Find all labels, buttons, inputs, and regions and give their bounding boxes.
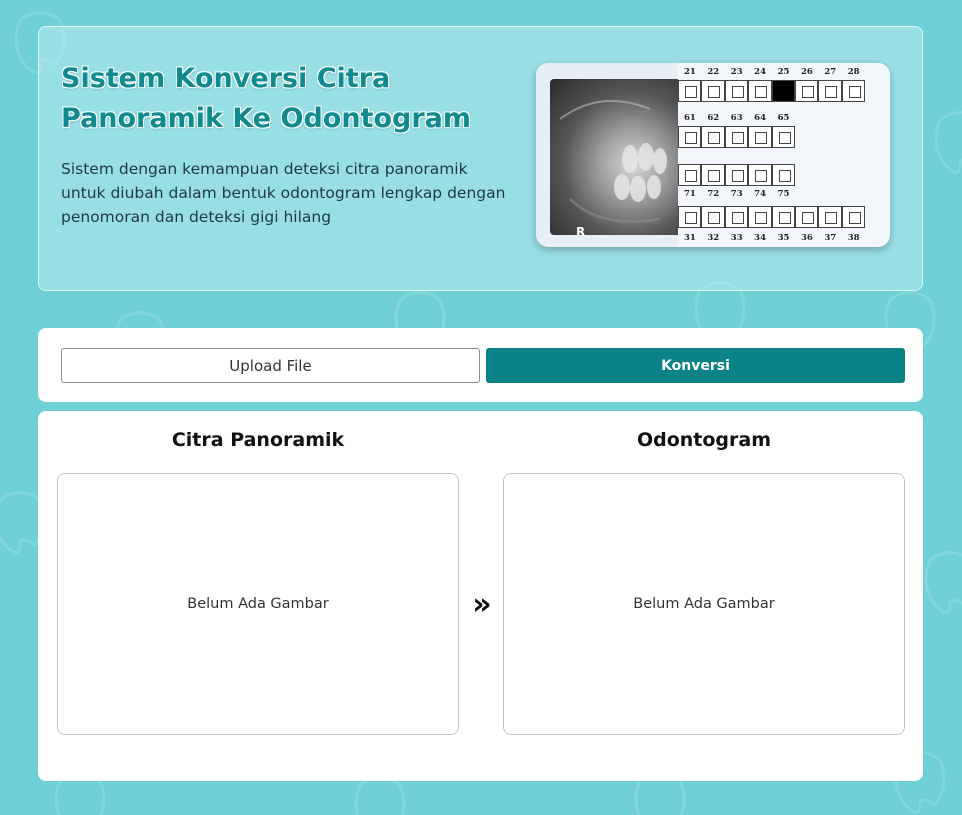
- tooth-number: 37: [824, 233, 837, 243]
- milk-lower-numbers: 71 72 73 74 75: [684, 189, 801, 199]
- odontogram-image-box: Belum Ada Gambar: [503, 473, 905, 735]
- hero-banner: Sistem Konversi Citra Panoramik Ke Odont…: [38, 26, 923, 291]
- convert-button[interactable]: Konversi: [486, 348, 905, 383]
- panoramic-image-box: Belum Ada Gambar: [57, 473, 459, 735]
- tooth-cell: [701, 206, 725, 228]
- milk-upper-row: [678, 126, 795, 148]
- tooth-cell: [771, 126, 795, 148]
- action-toolbar: Upload File Konversi: [38, 328, 923, 402]
- tooth-cell: [724, 126, 749, 148]
- lower-tooth-row: [678, 206, 866, 228]
- tooth-cell: [818, 80, 842, 102]
- panoramic-empty-text: Belum Ada Gambar: [187, 596, 329, 612]
- hero-illustration: R 21 22 23 24 25 26 27 28 61 62 63 64 65…: [536, 63, 890, 247]
- tooth-number: 27: [824, 67, 837, 77]
- tooth-number: 74: [754, 189, 767, 199]
- tooth-number: 23: [730, 67, 743, 77]
- tooth-cell: [841, 206, 866, 228]
- tooth-cell: [678, 80, 702, 102]
- hero-description: Sistem dengan kemampuan deteksi citra pa…: [61, 160, 506, 226]
- tooth-number: 24: [754, 67, 767, 77]
- result-panel: Citra Panoramik Odontogram Belum Ada Gam…: [38, 411, 923, 781]
- tooth-number: 61: [684, 113, 696, 123]
- tooth-number: 26: [800, 67, 813, 77]
- tooth-number: 35: [777, 233, 790, 243]
- tooth-number: 34: [754, 233, 767, 243]
- tooth-number: 65: [777, 113, 790, 123]
- tooth-number: 73: [730, 189, 743, 199]
- tooth-cell: [748, 206, 772, 228]
- tooth-cell: [794, 80, 819, 102]
- tooth-cell: [724, 80, 749, 102]
- milk-lower-row: [678, 164, 795, 186]
- tooth-number: 33: [730, 233, 743, 243]
- tooth-number: 72: [707, 189, 720, 199]
- tooth-number: 64: [754, 113, 767, 123]
- tooth-cell: [794, 206, 819, 228]
- tooth-cell: [724, 164, 749, 186]
- tooth-cell: [771, 164, 795, 186]
- tooth-cell: [818, 206, 842, 228]
- lower-tooth-numbers: 31 32 33 34 35 36 37 38: [684, 233, 871, 243]
- tooth-number: 22: [707, 67, 720, 77]
- tooth-number: 62: [707, 113, 720, 123]
- xray-teeth-drawing: [559, 100, 667, 223]
- milk-upper-numbers: 61 62 63 64 65: [684, 113, 801, 123]
- upper-tooth-row: [678, 80, 866, 102]
- tooth-number: 31: [684, 233, 696, 243]
- tooth-cell: [748, 80, 772, 102]
- tooth-number: 21: [684, 67, 696, 77]
- convert-arrow-icon: »: [472, 587, 492, 622]
- tooth-cell: [701, 126, 725, 148]
- tooth-cell: [701, 164, 725, 186]
- tooth-cell: [678, 206, 702, 228]
- tooth-number: 63: [730, 113, 743, 123]
- tooth-number: 71: [684, 189, 696, 199]
- tooth-number: 28: [847, 67, 860, 77]
- tooth-number: 25: [777, 67, 790, 77]
- tooth-cell: [771, 206, 795, 228]
- page-title: Sistem Konversi Citra Panoramik Ke Odont…: [61, 63, 471, 134]
- tooth-number: 75: [777, 189, 790, 199]
- tooth-number: 38: [847, 233, 860, 243]
- panoramic-xray-image: R: [550, 79, 688, 239]
- odontogram-heading: Odontogram: [636, 429, 772, 451]
- tooth-number: 36: [800, 233, 813, 243]
- missing-tooth-cell: [771, 80, 795, 102]
- tooth-cell: [748, 126, 772, 148]
- odontogram-preview: 21 22 23 24 25 26 27 28 61 62 63 64 65 7…: [678, 63, 890, 247]
- tooth-cell: [701, 80, 725, 102]
- upload-file-button[interactable]: Upload File: [61, 348, 480, 383]
- tooth-cell: [724, 206, 749, 228]
- tooth-cell: [748, 164, 772, 186]
- tooth-number: 32: [707, 233, 720, 243]
- tooth-cell: [841, 80, 866, 102]
- tooth-cell: [678, 164, 702, 186]
- panoramic-heading: Citra Panoramik: [171, 429, 345, 451]
- odontogram-empty-text: Belum Ada Gambar: [633, 596, 775, 612]
- xray-side-label: R: [576, 225, 586, 239]
- upper-tooth-numbers: 21 22 23 24 25 26 27 28: [684, 67, 871, 77]
- tooth-cell: [678, 126, 702, 148]
